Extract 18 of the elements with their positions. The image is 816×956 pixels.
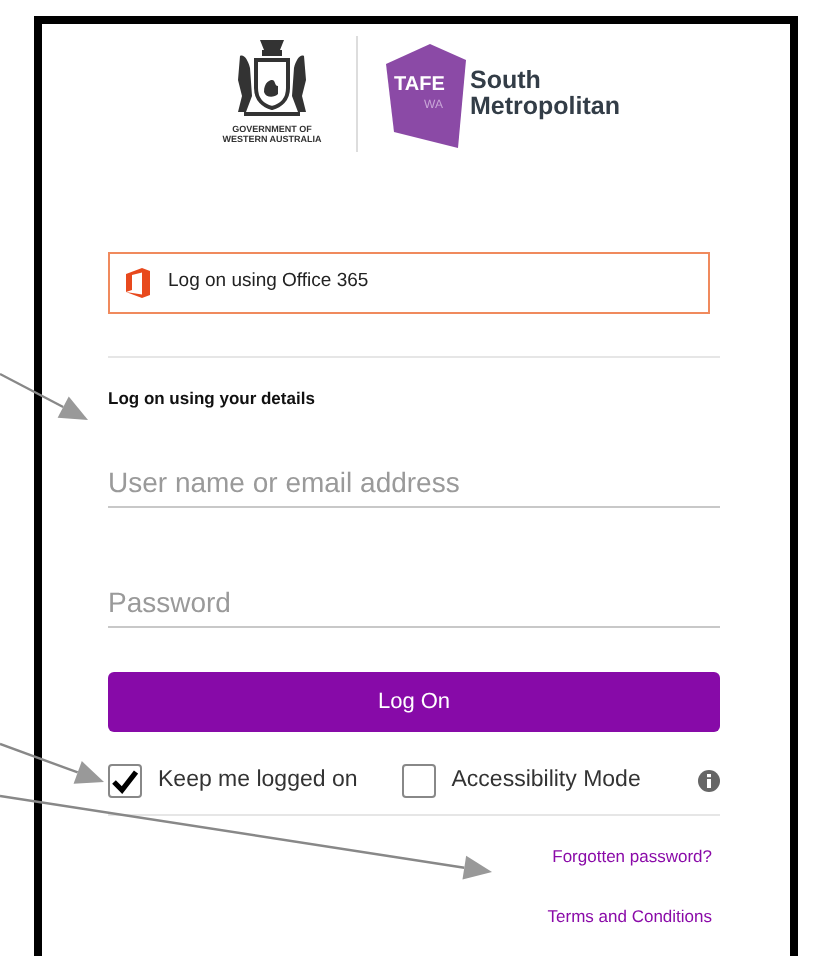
checkbox[interactable] [401, 764, 436, 799]
institute-name: South [470, 68, 543, 94]
checkbox-label: Accessibility Mode [451, 766, 641, 797]
input-field[interactable]: Password [108, 579, 720, 628]
annotation-arrow [0, 372, 88, 420]
link[interactable]: Forgotten password? [552, 843, 712, 869]
logo-text: TAFE [394, 76, 445, 96]
checkbox-label: Keep me logged on [158, 766, 358, 797]
checkbox[interactable] [108, 764, 142, 799]
link[interactable]: Terms and Conditions [547, 903, 712, 929]
office-button[interactable]: Log on using Office 365 [108, 252, 710, 314]
annotation-arrow [0, 742, 104, 784]
office-icon [126, 268, 150, 298]
institute-name: Metropolitan [470, 94, 620, 120]
log-on-button[interactable]: Log On [108, 671, 720, 732]
section-heading: Log on using your details [108, 386, 317, 412]
button-label: Log on using Office 365 [168, 268, 369, 297]
input-field[interactable]: User name or email address [108, 459, 720, 508]
